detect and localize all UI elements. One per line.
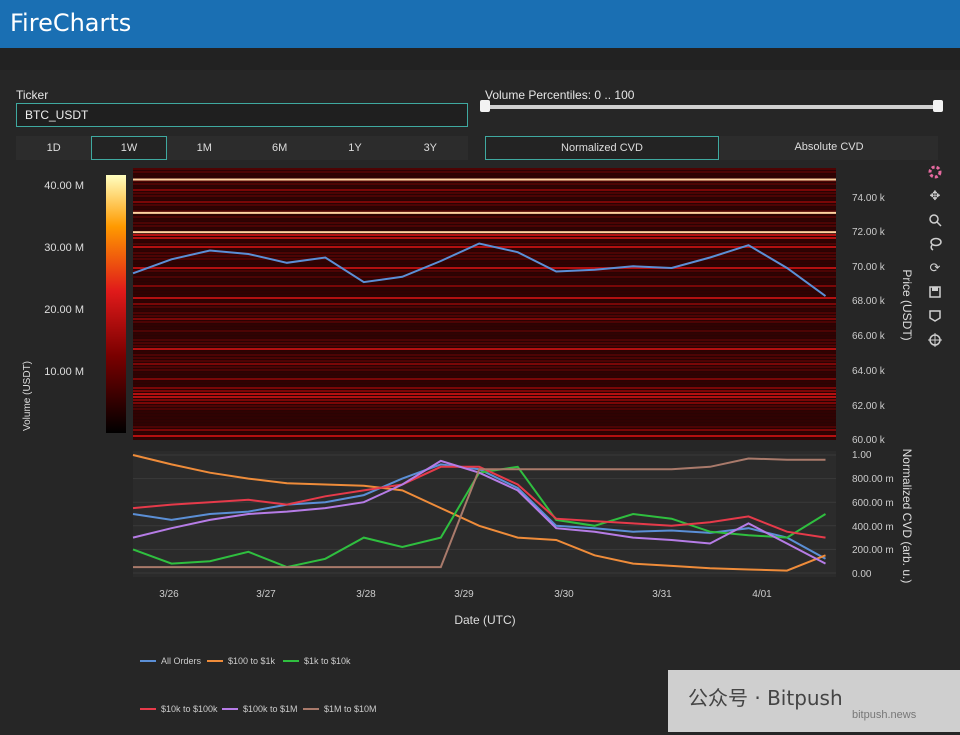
legend-item-1k-to-10k[interactable]: $1k to $10k — [283, 656, 351, 666]
volume-percentiles-label: Volume Percentiles: 0 .. 100 — [485, 88, 635, 102]
zoom-icon[interactable] — [925, 210, 945, 230]
download-icon[interactable] — [925, 282, 945, 302]
legend-label: $10k to $100k — [161, 704, 218, 714]
lasso-icon[interactable] — [925, 234, 945, 254]
legend-label: $100k to $1M — [243, 704, 298, 714]
legend-item-10k-to-100k[interactable]: $10k to $100k — [140, 704, 218, 714]
app-header: FireCharts — [0, 0, 960, 48]
timeframe-6m[interactable]: 6M — [242, 136, 317, 160]
timeframe-1w[interactable]: 1W — [91, 136, 167, 160]
hover-icon[interactable] — [925, 306, 945, 326]
legend-swatch — [140, 708, 156, 710]
reset-icon[interactable]: ⟳ — [925, 258, 945, 278]
legend-swatch — [207, 660, 223, 662]
timeframe-1m[interactable]: 1M — [167, 136, 242, 160]
app-title: FireCharts — [10, 9, 132, 37]
volume-percentile-slider[interactable] — [485, 105, 940, 109]
legend-swatch — [140, 660, 156, 662]
ticker-input[interactable]: BTC_USDT — [16, 103, 468, 127]
legend-item-1m-to-10m[interactable]: $1M to $10M — [303, 704, 377, 714]
legend-item-100-to-1k[interactable]: $100 to $1k — [207, 656, 275, 666]
plotly-logo-icon[interactable] — [925, 162, 945, 182]
legend-label: All Orders — [161, 656, 202, 666]
slider-max-handle[interactable] — [933, 100, 943, 112]
legend-item-100k-to-1m[interactable]: $100k to $1M — [222, 704, 298, 714]
slider-min-handle[interactable] — [480, 100, 490, 112]
legend-label: $100 to $1k — [228, 656, 276, 666]
plot-toolbar: ✥ ⟳ — [923, 162, 947, 354]
timeframe-selector: 1D 1W 1M 6M 1Y 3Y — [16, 136, 468, 160]
legend-item-all-orders[interactable]: All Orders — [140, 656, 201, 666]
legend-swatch — [283, 660, 299, 662]
ticker-label: Ticker — [16, 88, 49, 102]
main-panel — [0, 70, 960, 735]
absolute-cvd-button[interactable]: Absolute CVD — [720, 136, 938, 160]
timeframe-3y[interactable]: 3Y — [393, 136, 468, 160]
pan-icon[interactable]: ✥ — [925, 186, 945, 206]
legend-label: $1M to $10M — [324, 704, 377, 714]
legend-swatch — [303, 708, 319, 710]
legend-label: $1k to $10k — [304, 656, 351, 666]
watermark-url: bitpush.news — [852, 709, 917, 721]
normalized-cvd-button[interactable]: Normalized CVD — [485, 136, 719, 160]
timeframe-1y[interactable]: 1Y — [317, 136, 392, 160]
watermark-logo: 公众号 · Bitpush — [688, 686, 843, 710]
spike-icon[interactable] — [925, 330, 945, 350]
legend-swatch — [222, 708, 238, 710]
timeframe-1d[interactable]: 1D — [16, 136, 91, 160]
